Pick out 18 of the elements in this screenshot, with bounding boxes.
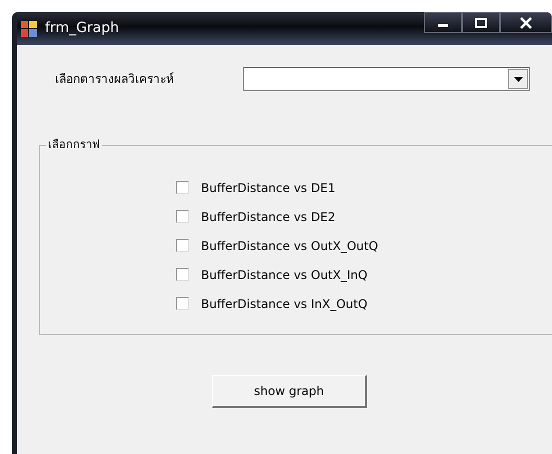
minimize-icon[interactable] [424, 12, 462, 33]
table-dropdown[interactable] [243, 67, 530, 91]
checkbox[interactable] [176, 268, 189, 281]
show-graph-button[interactable]: show graph [212, 375, 367, 408]
window-title: frm_Graph [45, 19, 120, 38]
checkbox[interactable] [176, 210, 189, 223]
app-icon [21, 20, 37, 36]
table-label: เลือกตารางผลวิเคราะห์ [55, 71, 175, 88]
checkbox-label: BufferDistance vs DE2 [201, 208, 336, 226]
maximize-icon[interactable] [462, 12, 500, 33]
checkbox[interactable] [176, 181, 189, 194]
checkbox-label: BufferDistance vs OutX_InQ [201, 266, 368, 284]
checkbox-label: BufferDistance vs InX_OutQ [201, 296, 368, 312]
checkbox[interactable] [176, 239, 189, 252]
close-icon[interactable] [500, 12, 552, 33]
checkbox[interactable] [176, 297, 189, 310]
checkbox-label: BufferDistance vs DE1 [201, 180, 336, 196]
checkbox-label: BufferDistance vs OutX_OutQ [201, 238, 378, 254]
